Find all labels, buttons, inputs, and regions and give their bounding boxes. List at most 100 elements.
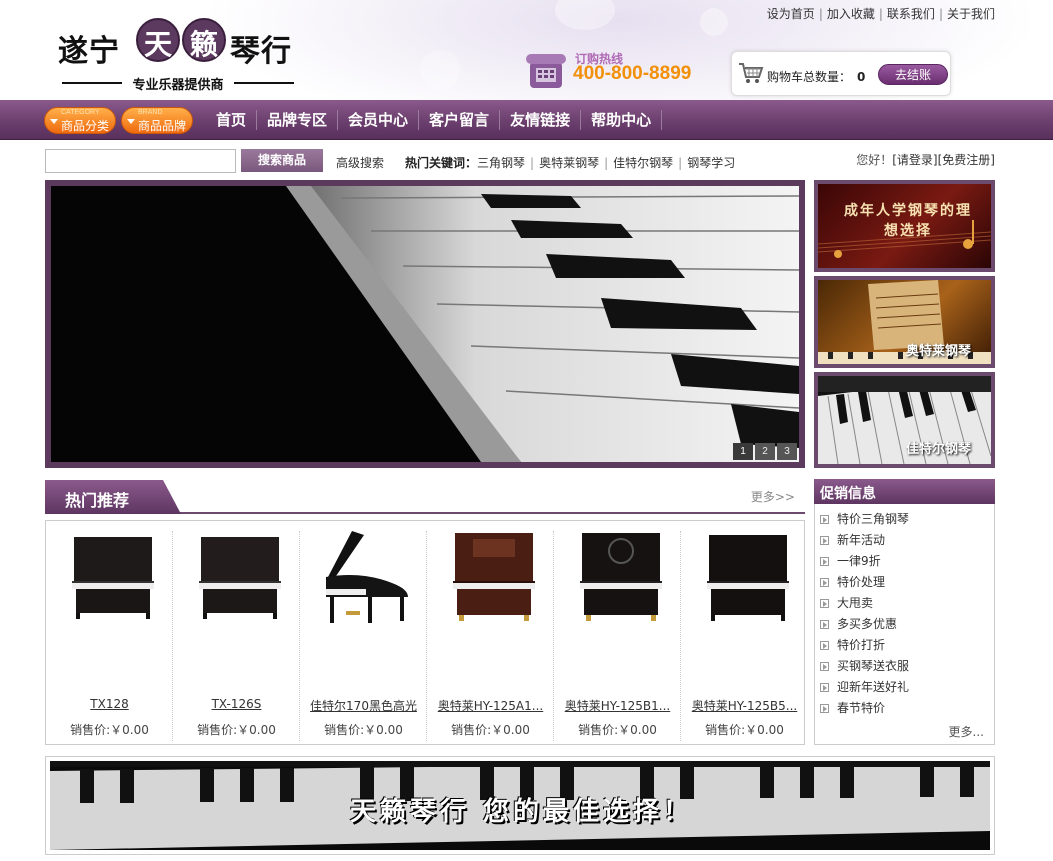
slide-indicator[interactable]: 3: [777, 443, 797, 460]
advanced-search-link[interactable]: 高级搜索: [336, 154, 384, 171]
product-price: 销售价:￥0.00: [451, 723, 530, 737]
promo-panel: 促销信息 特价三角钢琴 新年活动 一律9折 特价处理 大甩卖 多买多优惠 特价打…: [814, 479, 995, 745]
promo-item[interactable]: 大甩卖: [820, 593, 909, 614]
nav-messages[interactable]: 客户留言: [419, 110, 501, 130]
upright-piano-image: [72, 537, 154, 619]
hot-keyword[interactable]: 奥特莱钢琴: [539, 156, 599, 170]
hot-keyword[interactable]: 钢琴学习: [687, 156, 735, 170]
dropdown-arrow-icon: [127, 119, 135, 124]
logo-seal: 籁: [182, 18, 226, 62]
promo-item[interactable]: 多买多优惠: [820, 614, 909, 635]
arrow-icon: [820, 683, 829, 692]
hot-keywords-label: 热门关键词：: [405, 156, 478, 170]
product-card[interactable]: 奥特莱HY-125A1... 销售价:￥0.00: [427, 531, 554, 741]
checkout-button[interactable]: 去结账: [878, 64, 948, 85]
nav-brands[interactable]: 品牌专区: [257, 110, 339, 130]
arrow-icon: [820, 641, 829, 650]
arrow-icon: [820, 557, 829, 566]
hotline: 订购热线 400-800-8899: [526, 50, 716, 92]
register-link[interactable]: [免费注册]: [938, 153, 995, 167]
promo-item[interactable]: 新年活动: [820, 530, 909, 551]
hot-keyword[interactable]: 三角钢琴: [477, 156, 525, 170]
product-name[interactable]: 奥特莱HY-125B1...: [554, 697, 681, 714]
hot-section-title: 热门推荐: [65, 491, 130, 510]
product-card[interactable]: 佳特尔170黑色高光 销售价:￥0.00: [300, 531, 427, 741]
arrow-icon: [820, 704, 829, 713]
about-link[interactable]: 关于我们: [947, 7, 995, 21]
logo-text-right: 琴行: [230, 34, 292, 69]
login-link[interactable]: [请登录]: [892, 153, 937, 167]
product-price: 销售价:￥0.00: [705, 723, 784, 737]
arrow-icon: [820, 578, 829, 587]
main-nav: CATEGORY 商品分类 BRAND 商品品牌 首页 品牌专区 会员中心 客户…: [0, 100, 1053, 140]
nav-member[interactable]: 会员中心: [338, 110, 420, 130]
product-card[interactable]: 奥特莱HY-125B1... 销售价:￥0.00: [554, 531, 681, 741]
slide-indicators: 1 2 3: [731, 443, 797, 460]
side-ad-otelai[interactable]: 奥特莱钢琴: [814, 276, 995, 368]
product-price: 销售价:￥0.00: [324, 723, 403, 737]
side-ad-text: 成年人学钢琴的理想选择: [844, 203, 972, 239]
main-banner-slideshow[interactable]: 1 2 3: [45, 180, 805, 468]
hot-more-link[interactable]: 更多>>: [751, 488, 795, 505]
nav-home[interactable]: 首页: [206, 110, 258, 130]
upright-piano-image: [707, 535, 789, 621]
arrow-icon: [820, 599, 829, 608]
promo-item[interactable]: 买钢琴送衣服: [820, 656, 909, 677]
hot-section-header: 热门推荐 更多>>: [45, 480, 805, 514]
product-list: TX128 销售价:￥0.00 TX-126S 销售价:￥0.00 佳特尔170…: [45, 520, 805, 745]
brand-dropdown[interactable]: BRAND 商品品牌: [121, 107, 193, 134]
bokeh-decoration: [555, 0, 615, 30]
set-homepage-link[interactable]: 设为首页: [767, 7, 815, 21]
product-name[interactable]: 佳特尔170黑色高光: [300, 697, 427, 714]
logo[interactable]: 遂宁 琴行 天 籁 专业乐器提供商: [58, 18, 303, 93]
piano-keys-image: [51, 186, 799, 462]
logo-text-left: 遂宁: [58, 34, 120, 69]
product-card[interactable]: TX128 销售价:￥0.00: [46, 531, 173, 741]
side-ad-text: 奥特莱钢琴: [906, 344, 972, 359]
bottom-banner[interactable]: 天籁琴行 您的最佳选择！: [45, 756, 995, 855]
logo-seal: 天: [136, 18, 180, 62]
product-card[interactable]: TX-126S 销售价:￥0.00: [173, 531, 300, 741]
product-name[interactable]: 奥特莱HY-125B5...: [681, 697, 808, 714]
promo-item[interactable]: 迎新年送好礼: [820, 677, 909, 698]
header: 设为首页 | 加入收藏 | 联系我们 | 关于我们 遂宁 琴行 天 籁 专业乐器提供商 订购…: [0, 0, 1053, 112]
search-button[interactable]: 搜索商品: [241, 149, 323, 172]
product-card[interactable]: 奥特莱HY-125B5... 销售价:￥0.00: [681, 531, 808, 741]
shopping-cart-icon: [739, 63, 764, 83]
product-name[interactable]: TX128: [46, 697, 173, 711]
slide-indicator[interactable]: 2: [755, 443, 775, 460]
side-ad-jiateer[interactable]: 佳特尔钢琴: [814, 372, 995, 468]
top-links: 设为首页 | 加入收藏 | 联系我们 | 关于我们: [766, 7, 995, 21]
add-favorite-link[interactable]: 加入收藏: [827, 7, 875, 21]
promo-item[interactable]: 特价处理: [820, 572, 909, 593]
hot-keyword[interactable]: 佳特尔钢琴: [613, 156, 673, 170]
arrow-icon: [820, 536, 829, 545]
promo-item[interactable]: 特价打折: [820, 635, 909, 656]
nav-help[interactable]: 帮助中心: [581, 110, 663, 130]
product-name[interactable]: TX-126S: [173, 697, 300, 711]
arrow-icon: [820, 515, 829, 524]
product-name[interactable]: 奥特莱HY-125A1...: [427, 697, 554, 714]
brand-small-label: BRAND: [138, 109, 163, 116]
greeting-text: 您好！: [856, 153, 893, 167]
arrow-icon: [820, 662, 829, 671]
product-price: 销售价:￥0.00: [70, 723, 149, 737]
product-price: 销售价:￥0.00: [197, 723, 276, 737]
telephone-icon: [526, 54, 566, 88]
promo-item[interactable]: 春节特价: [820, 698, 909, 719]
slide-indicator[interactable]: 1: [733, 443, 753, 460]
hot-keywords: 热门关键词：三角钢琴 | 奥特莱钢琴 | 佳特尔钢琴 | 钢琴学习: [405, 156, 736, 170]
logo-tagline: 专业乐器提供商: [58, 74, 298, 93]
side-ad-adult-learning[interactable]: 成年人学钢琴的理想选择: [814, 180, 995, 272]
category-dropdown[interactable]: CATEGORY 商品分类: [44, 107, 116, 134]
promo-item[interactable]: 一律9折: [820, 551, 909, 572]
search-input[interactable]: [45, 149, 236, 173]
nav-friend-links[interactable]: 友情链接: [500, 110, 582, 130]
promo-item[interactable]: 特价三角钢琴: [820, 509, 909, 530]
upright-piano-image: [199, 537, 281, 619]
contact-link[interactable]: 联系我们: [887, 7, 935, 21]
upright-piano-image: [580, 533, 662, 621]
cart-box: 购物车总数量： 0 去结账: [731, 51, 951, 96]
grand-piano-image: [326, 531, 408, 623]
promo-more-link[interactable]: 更多...: [949, 723, 984, 740]
